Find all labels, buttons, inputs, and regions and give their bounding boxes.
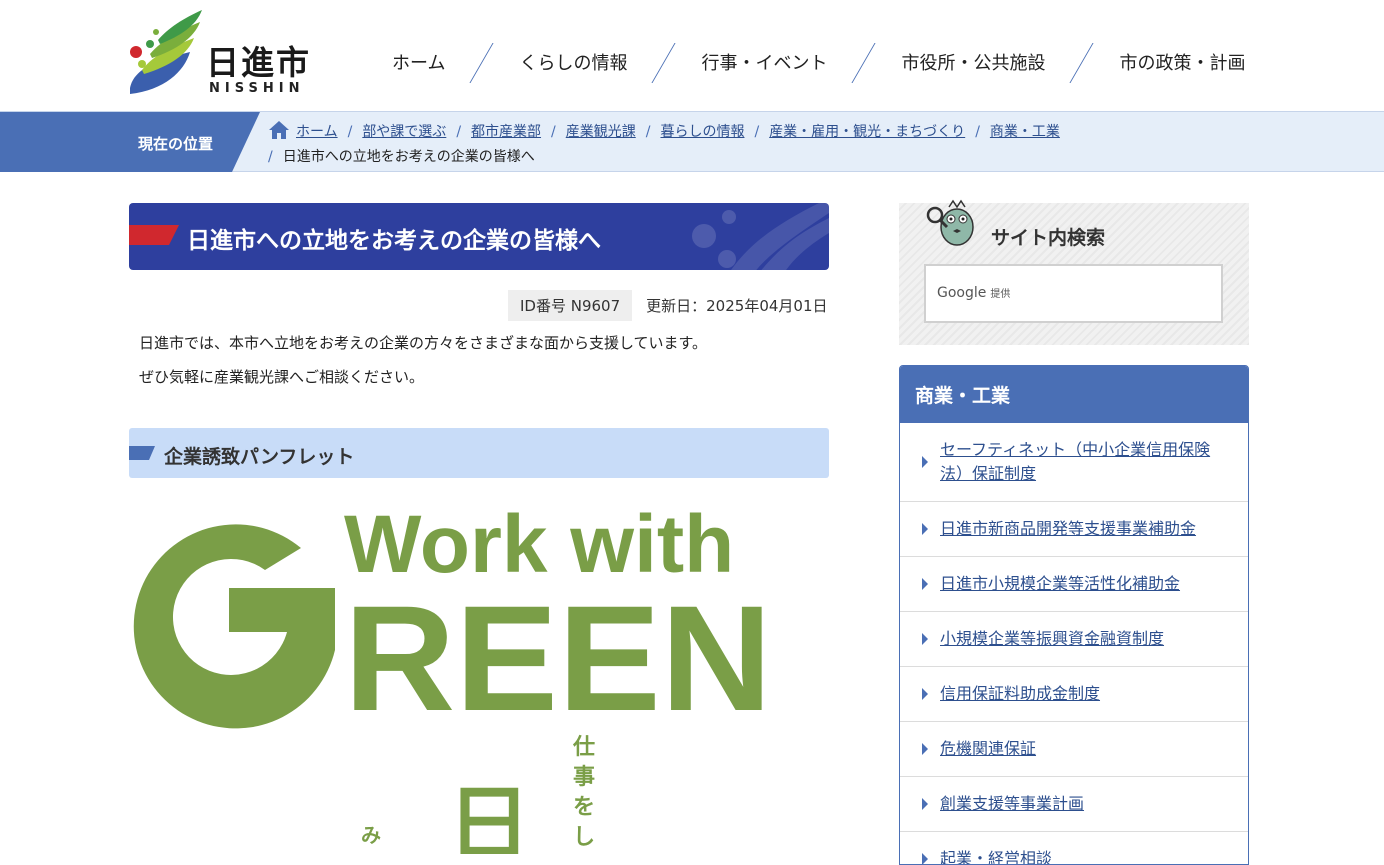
breadcrumb-separator: / xyxy=(456,124,462,140)
site-logo[interactable]: 日進市 NISSHIN xyxy=(128,8,318,100)
google-branding: Google 提供 xyxy=(937,285,1011,301)
sidebar-link[interactable]: 危機関連保証 xyxy=(940,739,1036,758)
breadcrumb-separator: / xyxy=(975,124,980,140)
sidebar-link[interactable]: 創業支援等事業計画 xyxy=(940,794,1084,813)
sidebar-link[interactable]: セーフティネット（中小企業信用保険法）保証制度 xyxy=(940,440,1210,483)
sidebar-item-crisis-guarantee: 危機関連保証 xyxy=(900,722,1248,777)
section-heading-marker xyxy=(129,446,155,460)
home-icon xyxy=(269,121,289,139)
breadcrumb-separator: / xyxy=(551,124,556,140)
sidebar-link[interactable]: 日進市新商品開発等支援事業補助金 xyxy=(940,519,1196,538)
pamphlet-vertical-char: し xyxy=(573,825,595,850)
sidebar-item-promotion-loan: 小規模企業等振興資金融資制度 xyxy=(900,612,1248,667)
sidebar-item-safety-net: セーフティネット（中小企業信用保険法）保証制度 xyxy=(900,423,1248,502)
section-heading-box: 企業誘致パンフレット xyxy=(129,428,829,478)
sidebar-item-guarantee-fee-aid: 信用保証料助成金制度 xyxy=(900,667,1248,722)
gnav-separator xyxy=(469,43,495,81)
gnav-separator xyxy=(1069,43,1095,81)
sidebar-link[interactable]: 起業・経営相談 xyxy=(940,849,1052,864)
pamphlet-vertical-char: 仕 xyxy=(572,735,595,760)
search-title: サイト内検索 xyxy=(991,227,1106,249)
breadcrumb-item-commerce[interactable]: 商業・工業 xyxy=(990,120,1060,145)
breadcrumb-label: 現在の位置 xyxy=(138,135,214,153)
page-id-badge: ID番号 N9607 xyxy=(508,290,633,321)
sidebar-item-new-product-subsidy: 日進市新商品開発等支援事業補助金 xyxy=(900,502,1248,557)
breadcrumb-separator: / xyxy=(347,124,353,140)
global-nav: ホーム くらしの情報 行事・イベント 市役所・公共施設 市の政策・計画 xyxy=(368,40,1269,84)
sidebar-category-panel: 商業・工業 セーフティネット（中小企業信用保険法）保証制度 日進市新商品開発等支… xyxy=(899,365,1249,865)
nisshin-leaf-logo-icon xyxy=(130,10,202,94)
gnav-events[interactable]: 行事・イベント xyxy=(677,49,851,75)
pamphlet-line2: REEN xyxy=(344,574,772,742)
breadcrumb-separator: / xyxy=(754,124,760,140)
gnav-separator xyxy=(651,43,677,81)
intro-paragraph: 日進市では、本市へ立地をお考えの企業の方々をさまざまな面から支援しています。 xyxy=(139,334,708,352)
gnav-separator xyxy=(851,43,877,81)
sidebar-item-startup-consultation: 起業・経営相談 xyxy=(900,832,1248,864)
sidebar-item-startup-plan: 創業支援等事業計画 xyxy=(900,777,1248,832)
breadcrumb-label-box: 現在の位置 xyxy=(0,112,260,172)
site-search-box: サイト内検索 Google 提供 xyxy=(899,199,1249,345)
mascot-icon xyxy=(926,199,974,246)
breadcrumb-item-department[interactable]: 部や課で選ぶ xyxy=(362,120,446,145)
work-with-green-graphic: Work with REEN 日 仕 事 を し み xyxy=(133,500,772,854)
intro-paragraph: ぜひ気軽に産業観光課へご相談ください。 xyxy=(139,368,425,386)
gnav-policy[interactable]: 市の政策・計画 xyxy=(1095,49,1269,75)
pamphlet-image[interactable]: Work with REEN 日 仕 事 を し み xyxy=(129,500,829,854)
sidebar-item-small-business-subsidy: 日進市小規模企業等活性化補助金 xyxy=(900,557,1248,612)
site-name: 日進市 xyxy=(206,43,311,82)
updated-date: 更新日：2025年04月01日 xyxy=(646,297,828,315)
breadcrumb-item-urban-industry[interactable]: 都市産業部 xyxy=(471,120,541,145)
breadcrumb-item-industry-tourism[interactable]: 産業観光課 xyxy=(566,120,636,145)
sidebar-link-list: セーフティネット（中小企業信用保険法）保証制度 日進市新商品開発等支援事業補助金… xyxy=(900,423,1248,864)
gnav-home[interactable]: ホーム xyxy=(368,49,469,75)
breadcrumb-item-living-info[interactable]: 暮らしの情報 xyxy=(660,120,744,145)
breadcrumb-separator: / xyxy=(268,149,273,165)
page-title: 日進市への立地をお考えの企業の皆様へ xyxy=(187,228,601,254)
pamphlet-vertical-char: 事 xyxy=(573,764,595,790)
site-header: 日進市 NISSHIN ホーム くらしの情報 行事・イベント 市役所・公共施設 … xyxy=(0,0,1384,111)
gnav-living-info[interactable]: くらしの情報 xyxy=(495,49,651,75)
sidebar-link[interactable]: 小規模企業等振興資金融資制度 xyxy=(940,629,1164,648)
pamphlet-vertical-char: を xyxy=(573,795,595,820)
pamphlet-vertical-main: 日 xyxy=(447,776,531,854)
sidebar-link[interactable]: 信用保証料助成金制度 xyxy=(940,684,1100,703)
gnav-city-hall[interactable]: 市役所・公共施設 xyxy=(877,49,1069,75)
breadcrumb-trail: ホーム / 部や課で選ぶ / 都市産業部 / 産業観光課 / 暮らしの情報 / 産業・雇用・観光・ま… xyxy=(268,120,1368,170)
breadcrumb-item-industry-employment[interactable]: 産業・雇用・観光・まちづくり xyxy=(769,120,965,145)
pamphlet-vertical-small: み xyxy=(361,823,381,847)
breadcrumb-label-bg xyxy=(0,112,260,172)
section-heading: 企業誘致パンフレット xyxy=(164,446,355,468)
breadcrumb-item-home[interactable]: ホーム xyxy=(296,120,338,145)
breadcrumb-current: 日進市への立地をお考えの企業の皆様へ xyxy=(282,149,535,165)
page-meta: ID番号 N9607 更新日：2025年04月01日 xyxy=(508,290,828,321)
page-title-bar: 日進市への立地をお考えの企業の皆様へ xyxy=(129,203,829,270)
search-input[interactable]: Google 提供 xyxy=(924,264,1223,323)
site-name-en: NISSHIN xyxy=(209,81,305,96)
breadcrumb-separator: / xyxy=(645,124,651,140)
sidebar-link[interactable]: 日進市小規模企業等活性化補助金 xyxy=(940,574,1180,593)
breadcrumb: 現在の位置 ホーム / 部や課で選ぶ / 都市産業部 / 産業観光課 / 暮らしの情報 / 産業・雇… xyxy=(0,111,1384,172)
sidebar-heading: 商業・工業 xyxy=(900,366,1248,423)
